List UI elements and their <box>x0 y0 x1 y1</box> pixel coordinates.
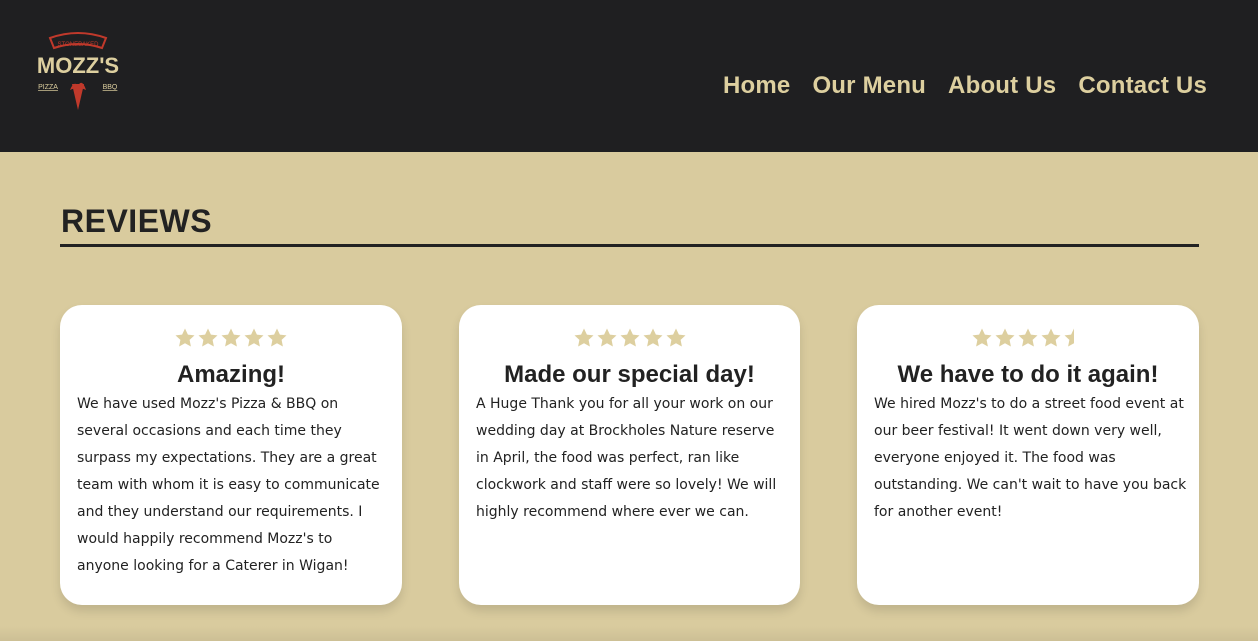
nav-home[interactable]: Home <box>723 72 790 100</box>
review-text: We hired Mozz's to do a street food even… <box>874 396 1187 520</box>
star-icon <box>995 328 1015 347</box>
star-icon <box>221 328 241 347</box>
star-icon <box>620 328 639 347</box>
star-icon <box>574 328 593 347</box>
star-icon <box>666 328 685 347</box>
star-icon <box>643 328 662 347</box>
heading-divider <box>60 244 1199 247</box>
star-rating <box>60 327 402 349</box>
reviews-heading: REVIEWS <box>61 203 213 239</box>
logo-right: BBQ <box>103 84 118 91</box>
brand-logo[interactable]: STONEBAKED MOZZ'S PIZZA BBQ <box>26 28 130 114</box>
logo-name: MOZZ'S <box>37 53 119 78</box>
star-icon <box>597 328 616 347</box>
nav-contact-us[interactable]: Contact Us <box>1078 72 1207 100</box>
review-title: Made our special day! <box>504 361 755 388</box>
review-card: Amazing! We have used Mozz's Pizza & BBQ… <box>60 305 402 605</box>
star-icon <box>244 328 264 347</box>
logo-left: PIZZA <box>38 84 58 91</box>
star-icon <box>972 328 992 347</box>
star-icon <box>267 328 287 347</box>
star-rating <box>459 327 800 349</box>
main-nav: Home Our Menu About Us Contact Us <box>723 72 1207 100</box>
star-rating <box>857 327 1199 349</box>
star-icon <box>175 328 195 347</box>
nav-about-us[interactable]: About Us <box>948 72 1056 100</box>
review-text: A Huge Thank you for all your work on ou… <box>476 396 777 520</box>
star-icon <box>1018 328 1038 347</box>
site-header: STONEBAKED MOZZ'S PIZZA BBQ Home Our Men… <box>0 0 1258 152</box>
nav-our-menu[interactable]: Our Menu <box>812 72 926 100</box>
star-icon <box>198 328 218 347</box>
star-icon <box>1064 328 1074 347</box>
page-bottom-shade <box>0 626 1258 641</box>
review-card: Made our special day! A Huge Thank you f… <box>459 305 800 605</box>
review-title: We have to do it again! <box>897 361 1159 388</box>
review-text: We have used Mozz's Pizza & BBQ on sever… <box>77 396 380 574</box>
review-title: Amazing! <box>177 361 285 388</box>
review-card: We have to do it again! We hired Mozz's … <box>857 305 1199 605</box>
logo-top-text: STONEBAKED <box>58 42 100 48</box>
star-icon <box>1041 328 1061 347</box>
